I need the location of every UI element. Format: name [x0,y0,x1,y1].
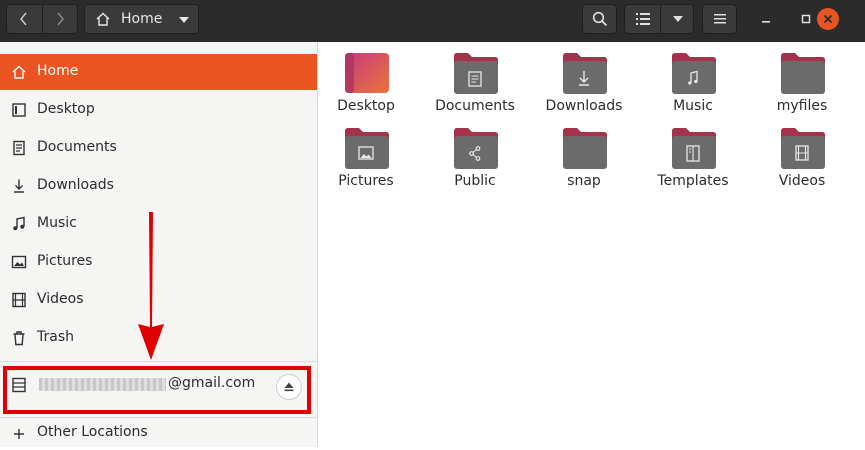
caret-down-icon [179,17,189,23]
minimize-button[interactable] [755,8,777,30]
desktop-icon [12,103,26,117]
sidebar-item-label: Documents [37,139,117,155]
list-view-icon [636,13,650,25]
sidebar-item-downloads[interactable]: Downloads [0,168,317,204]
folder-icon [563,53,607,94]
sidebar-item-label: Music [37,215,77,231]
sidebar-item-label: Desktop [37,101,95,117]
folder-label: Music [673,98,713,114]
desktop-folder-icon [345,53,389,93]
folder-label: Public [454,173,496,189]
file-grid: Desktop Documents Downloads Music myfiles Pic… [318,42,865,447]
music-note-icon [13,216,25,231]
header-bar: Home [0,0,865,42]
navigation-buttons [6,4,78,34]
folder-label: Documents [435,98,515,114]
maximize-icon [801,14,811,24]
document-icon [13,140,25,156]
sidebar-item-label: Trash [37,329,74,345]
home-icon [12,65,26,79]
plus-icon [14,429,24,439]
folder-item-public[interactable]: Public [427,117,523,189]
folder-icon [781,128,825,169]
folder-icon [454,53,498,94]
folder-label: snap [567,173,601,189]
folder-item-music[interactable]: Music [645,42,741,114]
annotation-arrow [138,212,164,360]
folder-icon [563,128,607,169]
annotation-highlight-box [3,366,311,414]
sidebar-item-home[interactable]: Home [0,54,317,90]
list-view-button[interactable] [625,5,660,33]
folder-item-videos[interactable]: Videos [754,117,850,189]
sidebar-item-desktop[interactable]: Desktop [0,92,317,128]
sidebar-item-label: Home [37,63,79,79]
folder-icon [345,128,389,169]
chevron-right-icon [57,12,64,26]
folder-label: Downloads [545,98,623,114]
download-icon [14,179,24,193]
folder-icon [672,53,716,94]
film-icon [12,292,26,308]
folder-label: Videos [778,173,826,189]
search-button[interactable] [582,4,617,34]
folder-label: Pictures [338,173,394,189]
view-buttons [624,4,694,34]
hamburger-menu-icon [714,14,726,24]
folder-item-desktop[interactable]: Desktop [318,42,414,114]
chevron-left-icon [20,12,27,26]
sidebar: Home Desktop Documents Downloads Music P… [0,42,318,447]
path-bar-label: Home [121,11,163,27]
sidebar-item-label: Pictures [37,253,93,269]
minimize-icon [762,21,770,23]
folder-label: Templates [657,173,729,189]
folder-icon [781,53,825,94]
sidebar-item-label: Downloads [37,177,114,193]
folder-item-templates[interactable]: Templates [645,117,741,189]
maximize-button[interactable] [795,8,817,30]
folder-label: myfiles [776,98,828,114]
close-button[interactable] [817,8,839,30]
folder-item-documents[interactable]: Documents [427,42,523,114]
view-options-button[interactable] [661,5,695,33]
caret-down-icon [673,16,683,22]
sidebar-item-other-locations[interactable]: Other Locations [0,414,317,450]
picture-icon [11,255,27,269]
path-bar-button[interactable]: Home [84,4,199,34]
sidebar-item-label: Videos [37,291,84,307]
close-icon [823,14,833,24]
home-icon [96,12,110,26]
folder-icon [454,128,498,169]
sidebar-item-label: Other Locations [37,424,148,440]
folder-item-snap[interactable]: snap [536,117,632,189]
folder-icon [672,128,716,169]
forward-button[interactable] [43,5,78,33]
trash-icon [13,331,25,346]
folder-item-myfiles[interactable]: myfiles [754,42,850,114]
folder-item-pictures[interactable]: Pictures [318,117,414,189]
main-menu-button[interactable] [702,4,737,34]
sidebar-item-documents[interactable]: Documents [0,130,317,166]
search-icon [592,11,608,27]
back-button[interactable] [7,5,42,33]
folder-item-downloads[interactable]: Downloads [536,42,632,114]
folder-label: Desktop [337,98,395,114]
